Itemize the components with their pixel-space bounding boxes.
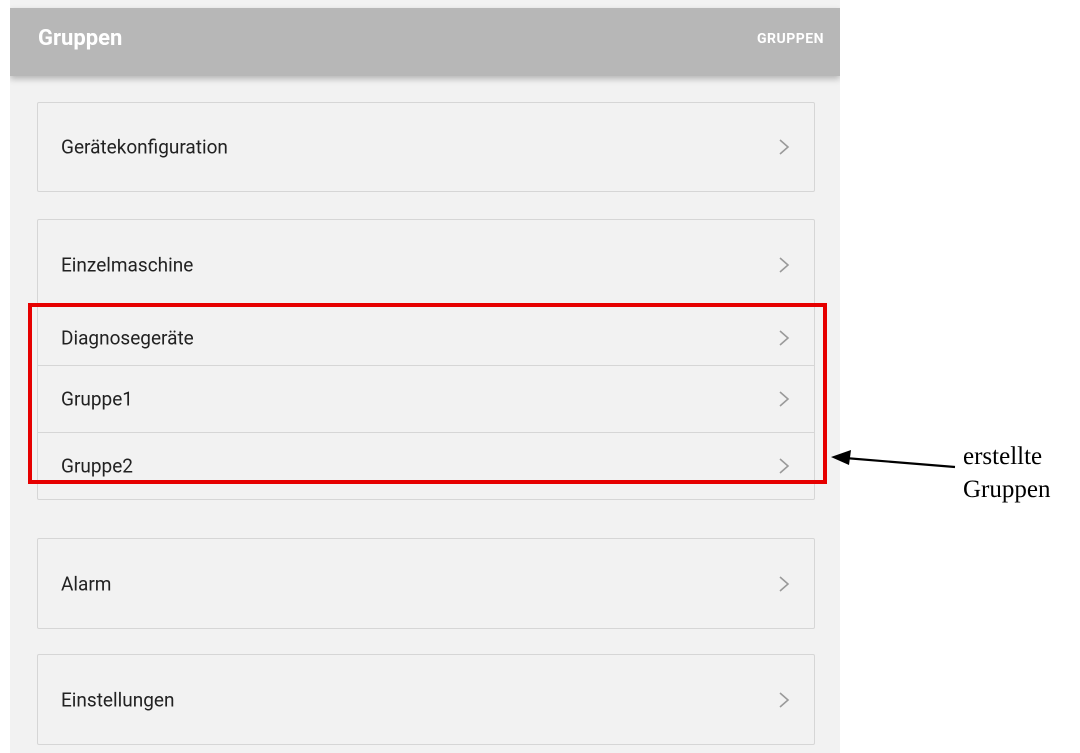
chevron-right-icon (779, 257, 790, 273)
menu-item-device-config[interactable]: Gerätekonfiguration (38, 103, 814, 191)
annotation-line-2: Gruppen (963, 476, 1051, 503)
chevron-right-icon (779, 575, 790, 592)
menu-item-label: Einzelmaschine (61, 253, 194, 277)
groups-action-button[interactable]: GRUPPEN (757, 8, 824, 70)
chevron-right-icon (779, 691, 790, 708)
app-header: Gruppen GRUPPEN (10, 8, 840, 76)
device-config-card: Gerätekonfiguration (37, 102, 815, 192)
menu-item-label: Einstellungen (61, 688, 175, 711)
menu-item-label: Gerätekonfiguration (61, 135, 228, 159)
page-title: Gruppen (38, 26, 123, 51)
created-groups-highlight (28, 303, 827, 484)
menu-item-alarm[interactable]: Alarm (38, 539, 814, 628)
created-groups-annotation: erstellte Gruppen (963, 440, 1050, 506)
alarm-card: Alarm (37, 538, 815, 629)
menu-item-label: Alarm (61, 572, 112, 595)
menu-item-single-machine[interactable]: Einzelmaschine (38, 220, 814, 310)
chevron-right-icon (779, 139, 790, 155)
settings-card: Einstellungen (37, 654, 815, 745)
callout-arrow-icon (831, 450, 956, 469)
annotation-line-1: erstellte (963, 443, 1043, 470)
menu-item-settings[interactable]: Einstellungen (38, 655, 814, 744)
